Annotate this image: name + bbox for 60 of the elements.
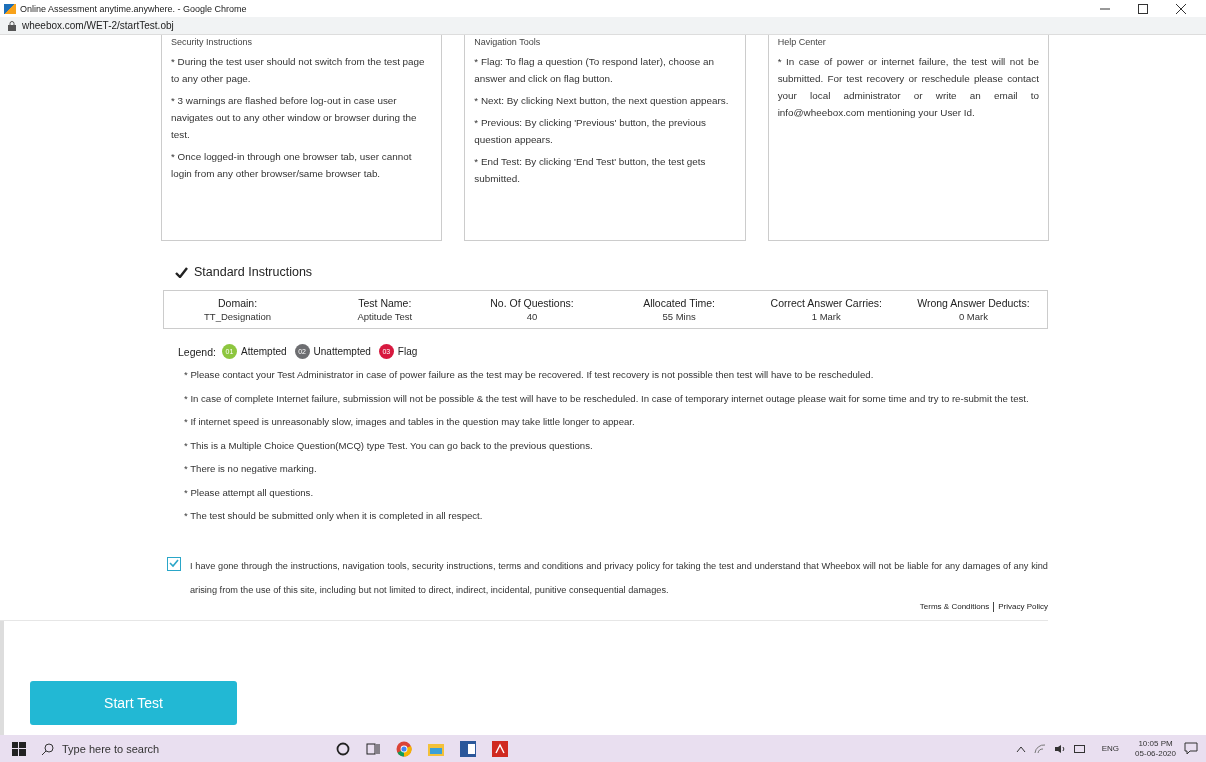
clock-time: 10:05 PM — [1138, 738, 1173, 749]
summary-label: Test Name: — [358, 297, 412, 309]
instruction-text: * In case of power or internet failure, the test will not be submitted. For test recovery or reschedule please contact your local administrator or write an email to info@wheebox.com mentioning your User Id. — [777, 55, 1039, 120]
windows-start-icon[interactable] — [12, 741, 26, 756]
instruction-text: * In case of complete Internet failure, submission will not be possible & the test will have to be rescheduled. In case of temporary internet outage please wait for some time and try to re-submit the test. — [184, 391, 1030, 406]
clock-date: 05-06-2020 — [1135, 748, 1176, 759]
instruction-text: * Once logged-in through one browser tab, user cannot login from any other browser/same browser tab. — [171, 150, 413, 181]
card-heading: Navigation Tools — [474, 37, 542, 47]
summary-value: 0 Mark — [958, 311, 988, 322]
instruction-text: * Next: By clicking Next button, the next question appears. — [474, 94, 730, 108]
maximize-icon[interactable] — [1138, 3, 1148, 14]
legend-text: Unattempted — [313, 346, 371, 357]
legend-label: Legend: — [178, 345, 216, 358]
instruction-text: * If internet speed is unreasonably slow, images and tables in the question may take little longer to appear. — [184, 415, 636, 429]
legend-text: Flag — [397, 346, 418, 357]
section-heading: Standard Instructions — [194, 265, 313, 279]
instruction-text: * There is no negative marking. — [184, 462, 318, 476]
summary-label: Wrong Answer Deducts: — [917, 297, 1030, 309]
summary-label: No. Of Questions: — [490, 297, 574, 309]
summary-value: 1 Mark — [811, 311, 841, 322]
instruction-text: * This is a Multiple Choice Question(MCQ) type Test. You can go back to the previous questions. — [184, 438, 594, 453]
instruction-text: * End Test: By clicking 'End Test' button, the test gets submitted. — [474, 155, 707, 186]
taskbar-search-field[interactable]: Type here to search — [42, 742, 302, 755]
card-heading: Security Instructions — [171, 37, 254, 47]
summary-value: 55 Mins — [662, 311, 696, 322]
summary-label: Allocated Time: — [643, 297, 715, 309]
agreement-text: I have gone through the instructions, navigation tools, security instructions, terms and conditions and privacy policy for taking the test and understand that Wheebox will not be liable for any damages of any kind arising from the use of this site, including but not limited to direct, indirect, incidental, punitive consequential damages. — [190, 559, 1048, 597]
window-title: Online Assessment anytime.anywhere. - Google Chrome — [20, 3, 247, 14]
instruction-text: * Flag: To flag a question (To respond later), choose an answer and click on flag button. — [474, 55, 716, 86]
address-bar[interactable]: wheebox.com/WET-2/startTest.obj — [22, 20, 174, 31]
site-logo-icon — [4, 3, 16, 14]
lock-icon — [8, 20, 16, 31]
summary-value: 40 — [526, 311, 538, 322]
card-heading: Help Center — [777, 37, 827, 47]
instruction-text: * 3 warnings are flashed before log-out in case user navigates out to any other window or browser during the test. — [171, 94, 418, 142]
chrome-icon[interactable] — [396, 740, 412, 757]
agreement-checkbox[interactable] — [167, 556, 181, 571]
summary-label: Domain: — [218, 297, 258, 309]
speaker-icon[interactable] — [1053, 743, 1066, 754]
legend-text: Attempted — [240, 346, 287, 357]
summary-value: TT_Designation — [204, 311, 272, 322]
wifi-icon[interactable] — [1033, 743, 1046, 754]
summary-label: Correct Answer Carries: — [770, 297, 882, 309]
instruction-text: * During the test user should not switch from the test page to any other page. — [171, 55, 426, 86]
footer-link[interactable]: Terms & Conditions — [919, 602, 990, 611]
task-view-icon[interactable] — [366, 741, 380, 756]
instruction-text: * The test should be submitted only when it is completed in all respect. — [184, 509, 484, 523]
battery-icon[interactable] — [1073, 744, 1086, 753]
cortana-circle-icon[interactable] — [336, 741, 350, 756]
instruction-text: * Previous: By clicking 'Previous' button, the previous question appears. — [474, 116, 707, 147]
language-indicator[interactable]: ENG — [1101, 744, 1120, 753]
footer-link[interactable]: Privacy Policy — [998, 602, 1048, 611]
instruction-text: * Please attempt all questions. — [184, 485, 315, 500]
check-icon — [175, 266, 188, 278]
chevron-up-icon[interactable] — [1015, 744, 1026, 753]
close-icon[interactable] — [1176, 3, 1186, 14]
notification-icon[interactable] — [1184, 742, 1198, 755]
search-icon — [42, 742, 54, 755]
instruction-text: * Please contact your Test Administrator in case of power failure as the test may be recovered. If test recovery is not possible then test will have to be rescheduled. — [184, 368, 875, 382]
summary-value: Aptitude Test — [357, 311, 413, 322]
